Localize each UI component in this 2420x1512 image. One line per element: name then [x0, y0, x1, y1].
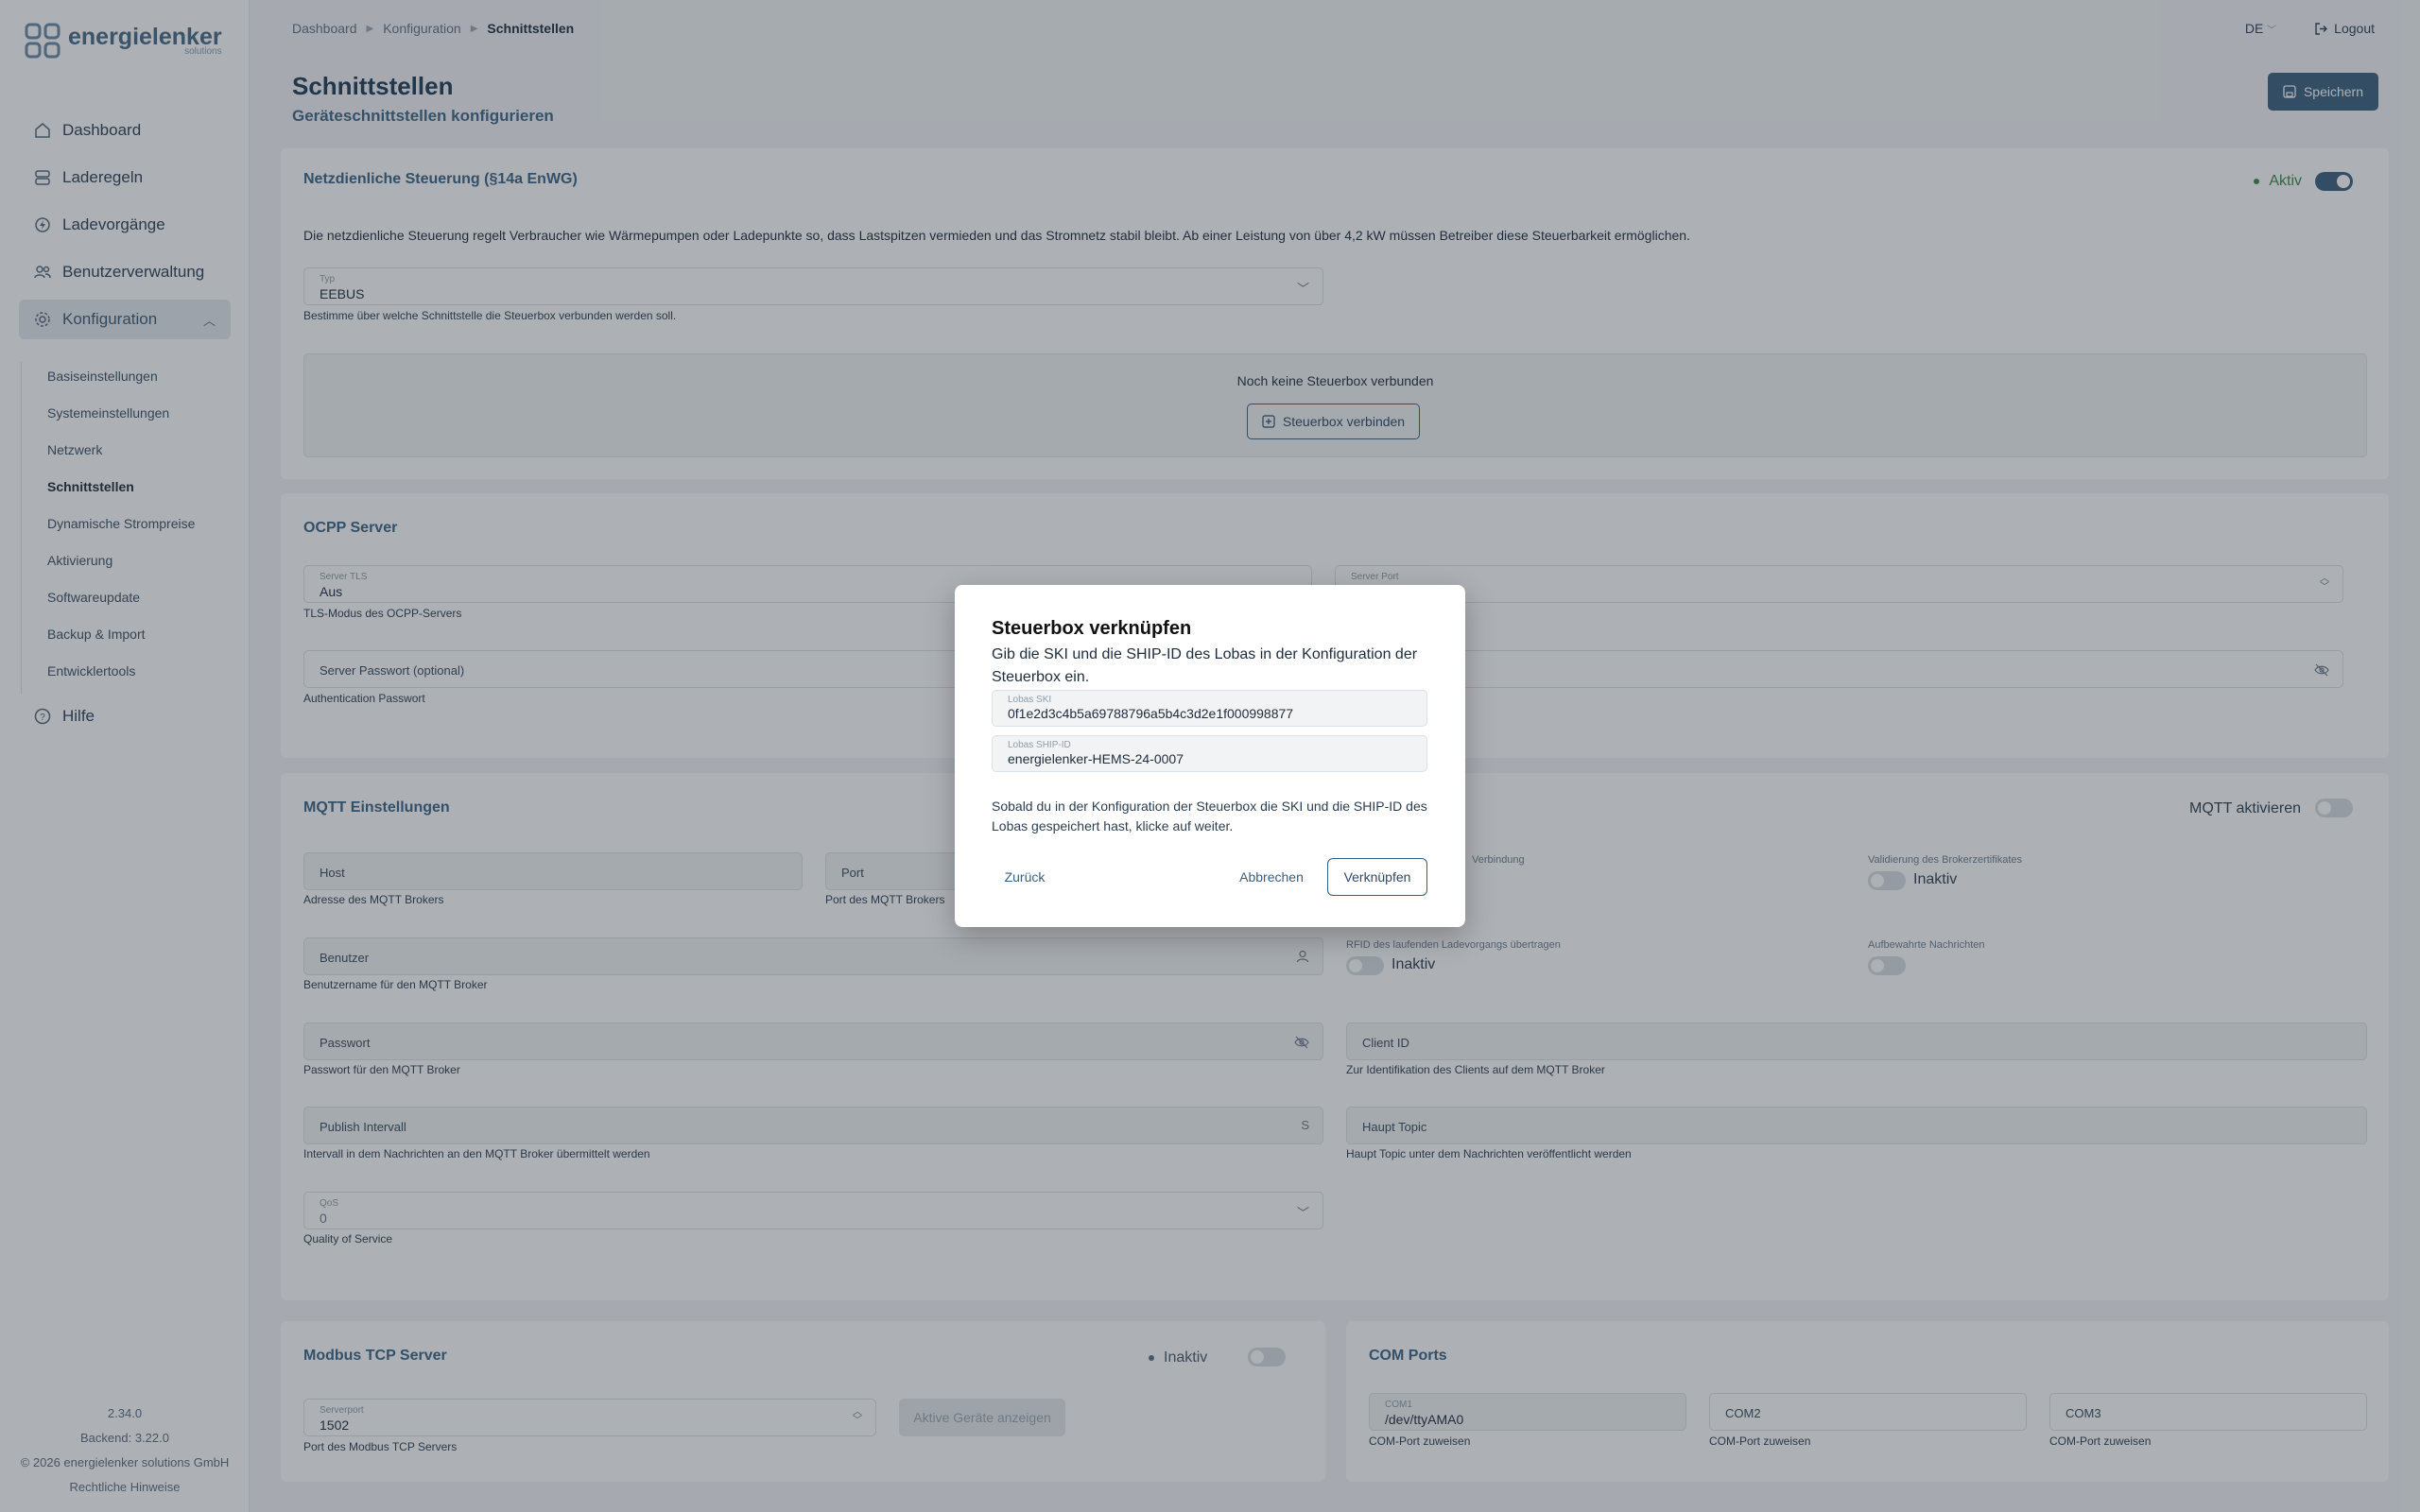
field-value: 0f1e2d3c4b5a69788796a5b4c3d2e1f000998877	[1008, 706, 1294, 721]
field-label: Lobas SKI	[1008, 695, 1052, 705]
back-button[interactable]: Zurück	[992, 858, 1058, 896]
steuerbox-modal: Steuerbox verknüpfen Gib die SKI und die…	[955, 585, 1465, 927]
cancel-button[interactable]: Abbrechen	[1229, 858, 1314, 896]
link-button[interactable]: Verknüpfen	[1327, 858, 1427, 896]
field-label: Lobas SHIP-ID	[1008, 740, 1071, 750]
modal-title: Steuerbox verknüpfen	[992, 618, 1192, 639]
modal-description: Gib die SKI und die SHIP-ID des Lobas in…	[992, 646, 1418, 685]
modal-info: Sobald du in der Konfiguration der Steue…	[992, 799, 1427, 833]
field-value: energielenker-HEMS-24-0007	[1008, 751, 1184, 766]
lobas-ship-id-field[interactable]: Lobas SHIP-ID energielenker-HEMS-24-0007	[992, 735, 1427, 772]
lobas-ski-field[interactable]: Lobas SKI 0f1e2d3c4b5a69788796a5b4c3d2e1…	[992, 690, 1427, 727]
